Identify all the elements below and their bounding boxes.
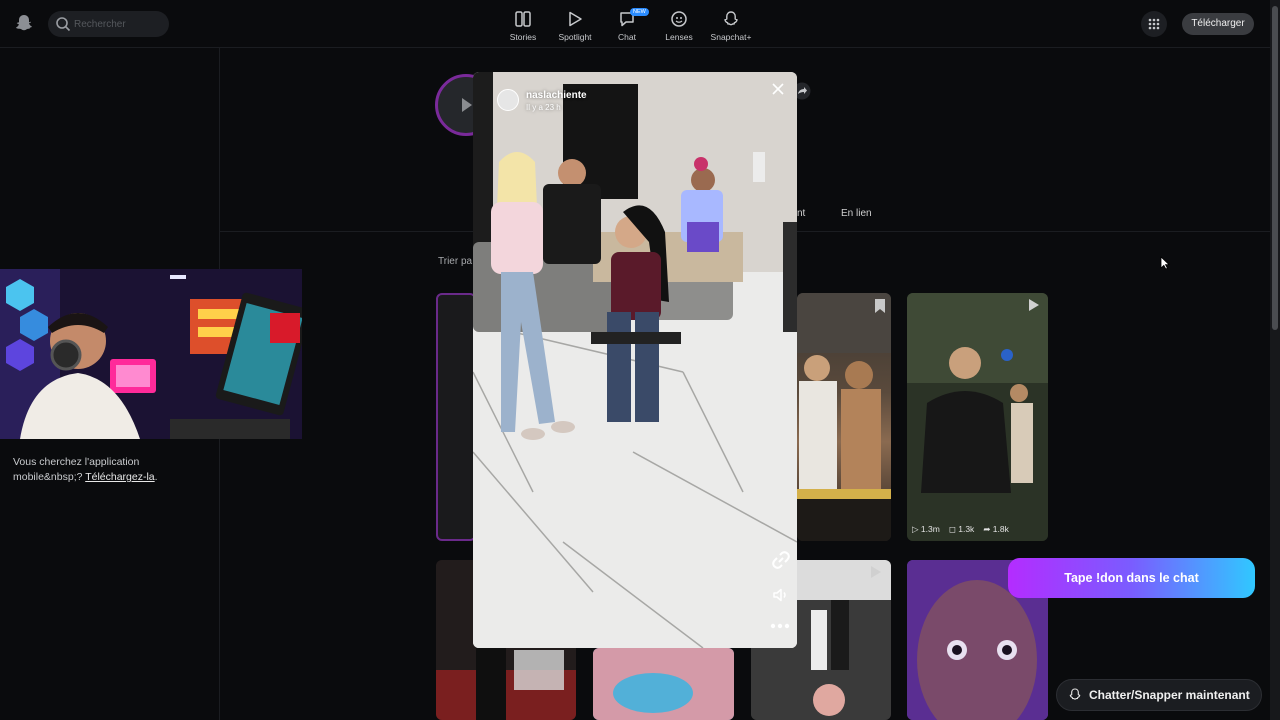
webcam-overlay: [0, 269, 302, 439]
spotlight-tile[interactable]: [593, 648, 734, 720]
nav-lenses-label: Lenses: [665, 32, 693, 42]
nav-snapchat-plus[interactable]: Snapchat+: [701, 6, 761, 46]
volume-icon[interactable]: [772, 586, 790, 604]
more-options-icon[interactable]: [769, 622, 791, 630]
search-box[interactable]: [48, 11, 169, 37]
nav-stories[interactable]: Stories: [493, 6, 553, 46]
nav-spotlight-label: Spotlight: [558, 32, 592, 42]
chat-now-label: Chatter/Snapper maintenant: [1089, 688, 1250, 702]
spotlight-tile[interactable]: [797, 293, 891, 541]
ghost-plus-icon: [724, 11, 738, 26]
grid-icon: [1148, 18, 1160, 30]
nav-snapchat-plus-label: Snapchat+: [710, 32, 752, 42]
search-input[interactable]: [74, 15, 164, 33]
snapchat-logo-icon[interactable]: [14, 13, 34, 33]
story-user-avatar[interactable]: [497, 89, 519, 111]
shares-count: ➦ 1.8k: [983, 524, 1009, 534]
lens-icon: [671, 11, 687, 27]
nav-stories-label: Stories: [509, 32, 537, 42]
search-icon: [56, 17, 71, 32]
spotlight-tile[interactable]: [436, 293, 476, 541]
tab-en-lien[interactable]: En lien: [841, 208, 872, 219]
tab-partial[interactable]: nt: [797, 208, 805, 219]
donation-cta-banner: Tape !don dans le chat: [1008, 558, 1255, 598]
apps-grid-button[interactable]: [1141, 11, 1167, 37]
scrollbar-thumb[interactable]: [1272, 6, 1278, 330]
story-timestamp: Il y a 23 h: [526, 103, 561, 112]
story-image: [473, 72, 797, 648]
chat-now-button[interactable]: Chatter/Snapper maintenant: [1056, 679, 1262, 711]
nav-chat[interactable]: NEW Chat: [597, 6, 657, 46]
tile-stats: ▷ 1.3m ◻ 1.3k ➦ 1.8k: [912, 524, 1009, 535]
nav-chat-label: Chat: [618, 32, 636, 42]
webcam-image: [0, 269, 302, 439]
tile-thumbnail: [797, 293, 891, 541]
ghost-icon: [1069, 688, 1081, 700]
nav-lenses[interactable]: Lenses: [649, 6, 709, 46]
story-username[interactable]: naslachiente: [526, 90, 587, 101]
stories-icon: [515, 11, 531, 27]
top-bar: Stories Spotlight NEW Chat Lenses: [0, 0, 1270, 48]
comments-count: ◻ 1.3k: [948, 524, 975, 534]
app-download-link[interactable]: Téléchargez-la: [85, 471, 154, 483]
app-download-message: Vous cherchez l'application mobile&nbsp;…: [13, 455, 203, 485]
new-badge: NEW: [630, 8, 649, 16]
mouse-cursor-icon: [1160, 256, 1170, 270]
nav-spotlight[interactable]: Spotlight: [545, 6, 605, 46]
story-viewer-modal[interactable]: naslachiente Il y a 23 h: [473, 72, 797, 648]
spotlight-tile[interactable]: [907, 293, 1048, 541]
tile-thumbnail: [907, 293, 1048, 541]
views-count: ▷ 1.3m: [912, 524, 940, 534]
sort-label[interactable]: Trier pa: [438, 256, 472, 267]
app-message-suffix: .: [154, 471, 158, 483]
page-scrollbar[interactable]: [1270, 0, 1280, 720]
tile-thumbnail: [593, 648, 734, 720]
close-icon[interactable]: [771, 82, 785, 96]
link-icon[interactable]: [771, 550, 791, 570]
play-icon: [569, 11, 582, 27]
download-button[interactable]: Télécharger: [1182, 13, 1254, 35]
